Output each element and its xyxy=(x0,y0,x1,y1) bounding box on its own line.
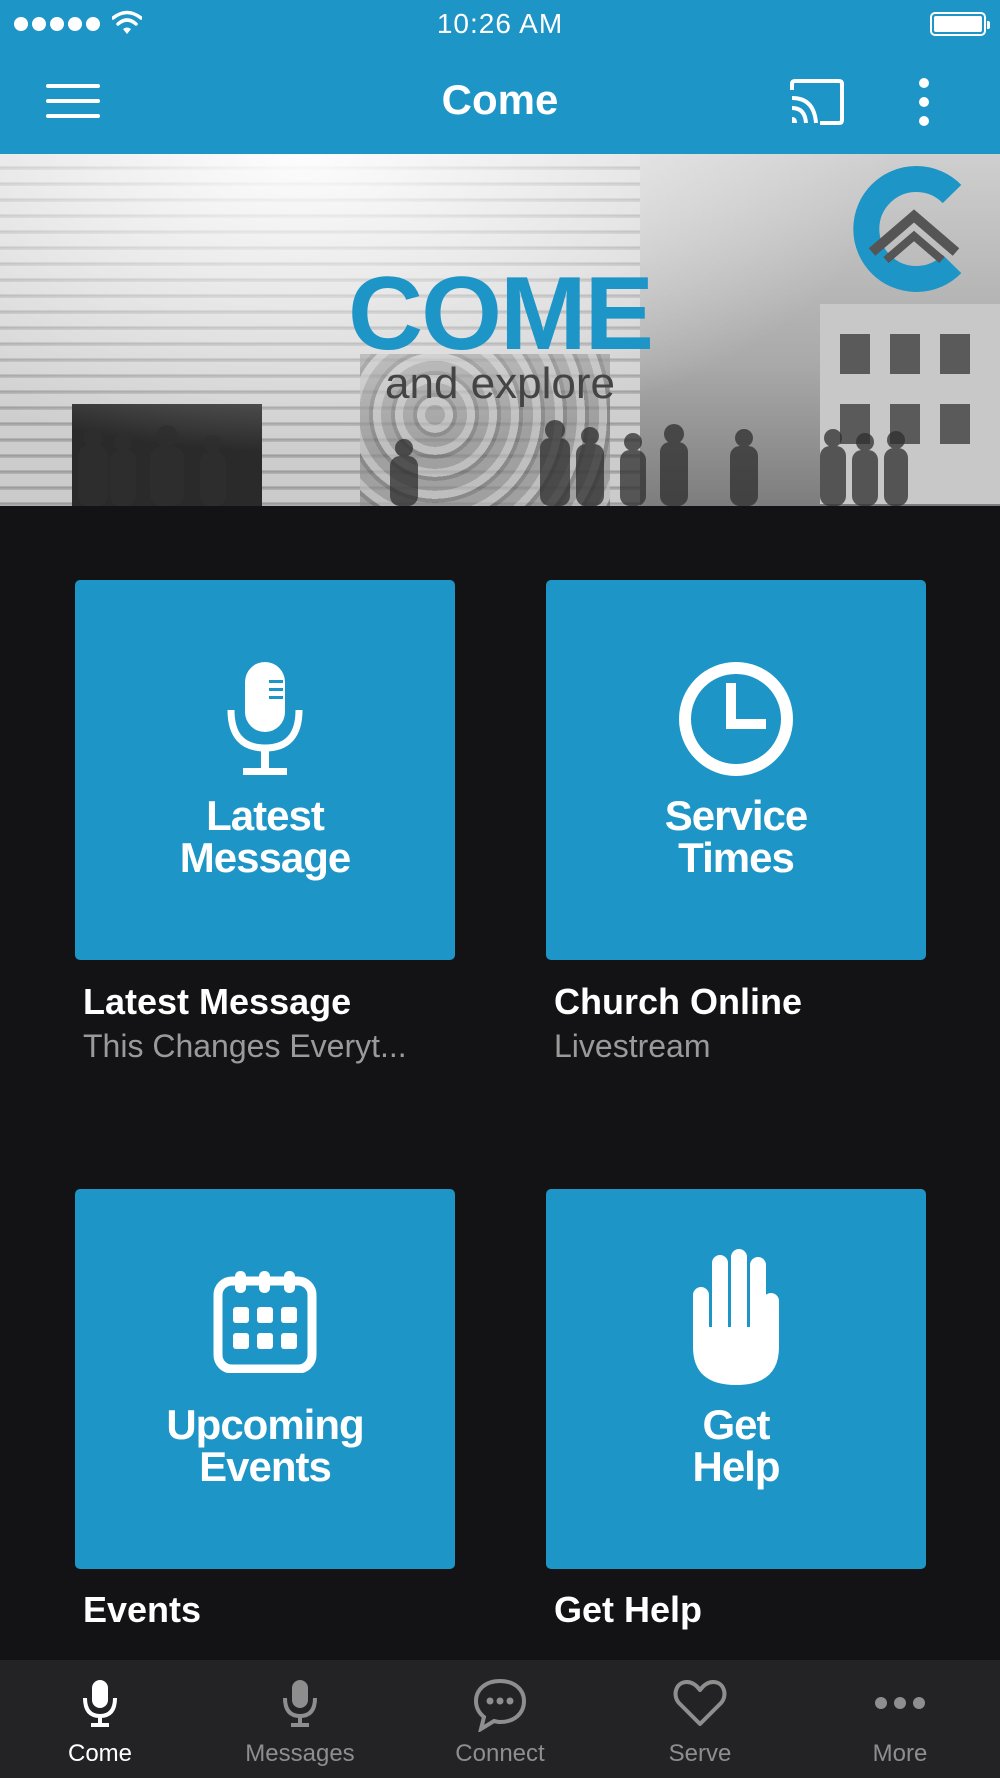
battery-icon xyxy=(930,12,990,36)
tab-come[interactable]: Come xyxy=(0,1660,200,1778)
page-title: Come xyxy=(441,76,559,123)
service-times-tile[interactable]: Service Times xyxy=(546,580,926,960)
get-help-caption: Get Help xyxy=(554,1590,954,1630)
tab-label: Serve xyxy=(668,1740,732,1767)
microphone-icon xyxy=(227,662,303,775)
tile-label-line1: Service xyxy=(664,792,808,839)
bottom-tab-bar: Come Messages Connect Serve More xyxy=(0,1660,1000,1778)
tile-label-line1: Get xyxy=(702,1401,770,1448)
hand-icon xyxy=(693,1249,779,1385)
tab-messages[interactable]: Messages xyxy=(200,1660,400,1778)
cast-icon[interactable] xyxy=(788,78,846,126)
church-logo xyxy=(853,166,962,292)
latest-message-tile[interactable]: Latest Message xyxy=(75,580,455,960)
tab-label: Come xyxy=(67,1740,133,1767)
app-bar: Come xyxy=(0,50,1000,154)
status-bar: 10:26 AM xyxy=(0,0,1000,50)
hero-title: COME xyxy=(348,256,654,372)
more-dots-icon xyxy=(875,1697,925,1709)
heart-icon xyxy=(673,1680,727,1726)
microphone-icon xyxy=(83,1680,117,1727)
tab-label: More xyxy=(872,1740,928,1767)
events-caption: Events xyxy=(83,1590,483,1630)
tile-label-line2: Message xyxy=(179,834,351,881)
caption-title: Church Online xyxy=(554,981,803,1022)
latest-message-caption: Latest Message This Changes Everyt... xyxy=(83,982,483,1066)
status-time: 10:26 AM xyxy=(436,8,564,39)
chat-bubble-icon xyxy=(473,1678,527,1732)
tab-label: Messages xyxy=(245,1740,355,1767)
tile-label-line2: Help xyxy=(692,1443,780,1490)
caption-title: Events xyxy=(83,1589,202,1630)
tab-connect[interactable]: Connect xyxy=(400,1660,600,1778)
get-help-tile[interactable]: Get Help xyxy=(546,1189,926,1569)
tile-label-line2: Events xyxy=(199,1443,332,1490)
tab-more[interactable]: More xyxy=(800,1660,1000,1778)
caption-title: Get Help xyxy=(554,1589,703,1630)
people-silhouettes xyxy=(78,420,908,506)
caption-subtitle: Livestream xyxy=(554,1028,711,1064)
top-bar: 10:26 AM Come xyxy=(0,0,1000,154)
hero-subtitle: and explore xyxy=(385,359,615,408)
tab-label: Connect xyxy=(455,1740,545,1767)
tile-label-line2: Times xyxy=(678,834,795,881)
upcoming-events-tile[interactable]: Upcoming Events xyxy=(75,1189,455,1569)
caption-subtitle: This Changes Everyt... xyxy=(83,1028,407,1064)
hero-banner: COME and explore xyxy=(0,154,1000,506)
overflow-menu-button[interactable] xyxy=(906,74,942,130)
caption-title: Latest Message xyxy=(83,981,352,1022)
tile-label-line1: Upcoming xyxy=(166,1401,364,1448)
calendar-icon xyxy=(213,1271,317,1373)
clock-icon xyxy=(679,662,793,776)
tab-serve[interactable]: Serve xyxy=(600,1660,800,1778)
tile-label-line1: Latest xyxy=(206,792,325,839)
microphone-icon xyxy=(283,1680,317,1727)
church-online-caption: Church Online Livestream xyxy=(554,982,954,1066)
